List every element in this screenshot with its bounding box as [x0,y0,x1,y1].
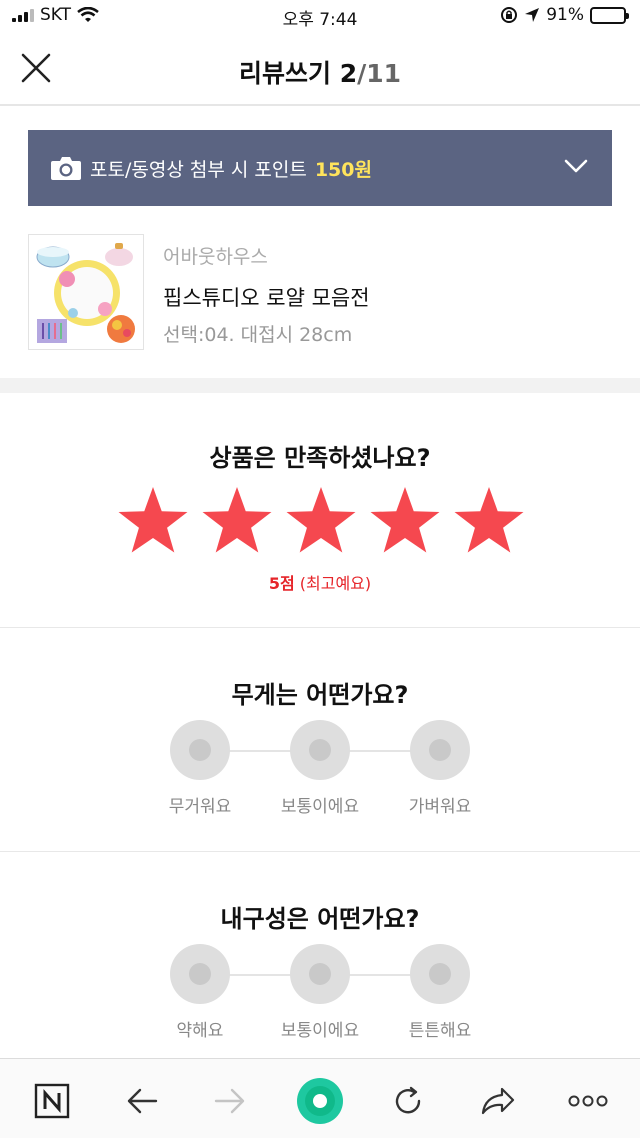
radio-circle[interactable] [290,944,350,1004]
star-icon[interactable] [452,484,526,558]
score-text: (최고예요) [299,574,372,593]
product-brand: 어바웃하우스 [163,246,268,268]
radio-circle[interactable] [170,720,230,780]
product-thumbnail [28,234,144,350]
star-rating[interactable] [116,484,526,562]
product-option: 선택:04. 대접시 28cm [163,324,353,346]
durability-scale: 약해요 보통이에요 튼튼해요 [140,944,500,1041]
durability-option-weak[interactable]: 약해요 [140,944,260,1054]
page-title: 리뷰쓰기 2/11 [0,54,640,90]
green-dot-icon [297,1078,343,1124]
radio-circle[interactable] [410,944,470,1004]
photo-point-banner[interactable]: 포토/동영상 첨부 시 포인트 150원 [28,130,612,206]
green-dot-button[interactable] [294,1075,346,1127]
share-icon [481,1087,515,1115]
weight-option-normal[interactable]: 보통이에요 [260,720,380,830]
star-icon[interactable] [116,484,190,558]
more-icon [568,1095,608,1107]
option-label: 보통이에요 [280,1021,360,1041]
camera-icon [51,157,81,180]
status-right: 91% [500,5,629,25]
weight-question: 무게는 어떤가요? [231,681,409,709]
option-label: 가벼워요 [408,797,472,817]
chevron-down-icon [564,159,588,173]
star-icon[interactable] [200,484,274,558]
back-icon [127,1088,158,1114]
star-icon[interactable] [284,484,358,558]
rotation-lock-icon [501,7,518,23]
durability-question: 내구성은 어떤가요? [220,905,420,933]
tableware-image-icon [36,243,135,343]
rating-question: 상품은 만족하셨나요? [209,444,431,472]
banner-text: 포토/동영상 첨부 시 포인트 [90,158,307,181]
durability-option-sturdy[interactable]: 튼튼해요 [380,944,500,1054]
status-bar: SKT 오후 7:44 91% [0,0,640,32]
star-icon[interactable] [368,484,442,558]
step-total: /11 [357,59,402,88]
more-button[interactable] [566,1079,610,1123]
weight-option-heavy[interactable]: 무거워요 [140,720,260,830]
refresh-icon [395,1086,421,1114]
score-value: 5점 [268,574,295,593]
battery-percent: 91% [546,5,584,25]
section-gap [0,378,640,393]
step-current: 2 [339,59,358,88]
option-label: 튼튼해요 [408,1021,472,1041]
divider [0,627,640,628]
option-label: 무거워요 [168,797,232,817]
divider [0,851,640,852]
product-name: 핍스튜디오 로얄 모음전 [163,286,370,310]
naver-home-button[interactable] [30,1079,74,1123]
naver-home-icon [34,1083,70,1119]
banner-point: 150원 [314,158,372,181]
durability-option-normal[interactable]: 보통이에요 [260,944,380,1054]
option-label: 약해요 [176,1021,224,1041]
battery-icon [590,6,629,24]
browser-toolbar [0,1058,640,1138]
forward-button[interactable] [208,1079,252,1123]
refresh-button[interactable] [386,1079,430,1123]
option-label: 보통이에요 [280,797,360,817]
title-text: 리뷰쓰기 [238,59,331,88]
weight-option-light[interactable]: 가벼워요 [380,720,500,830]
rating-score: 5점 (최고예요) [0,570,640,594]
back-button[interactable] [120,1079,164,1123]
share-button[interactable] [476,1079,520,1123]
location-icon [525,8,540,22]
forward-icon [214,1088,245,1114]
weight-scale: 무거워요 보통이에요 가벼워요 [140,720,500,817]
radio-circle[interactable] [410,720,470,780]
header: 리뷰쓰기 2/11 [0,32,640,106]
radio-circle[interactable] [290,720,350,780]
product-info: 어바웃하우스 핍스튜디오 로얄 모음전 선택:04. 대접시 28cm [28,234,612,352]
radio-circle[interactable] [170,944,230,1004]
